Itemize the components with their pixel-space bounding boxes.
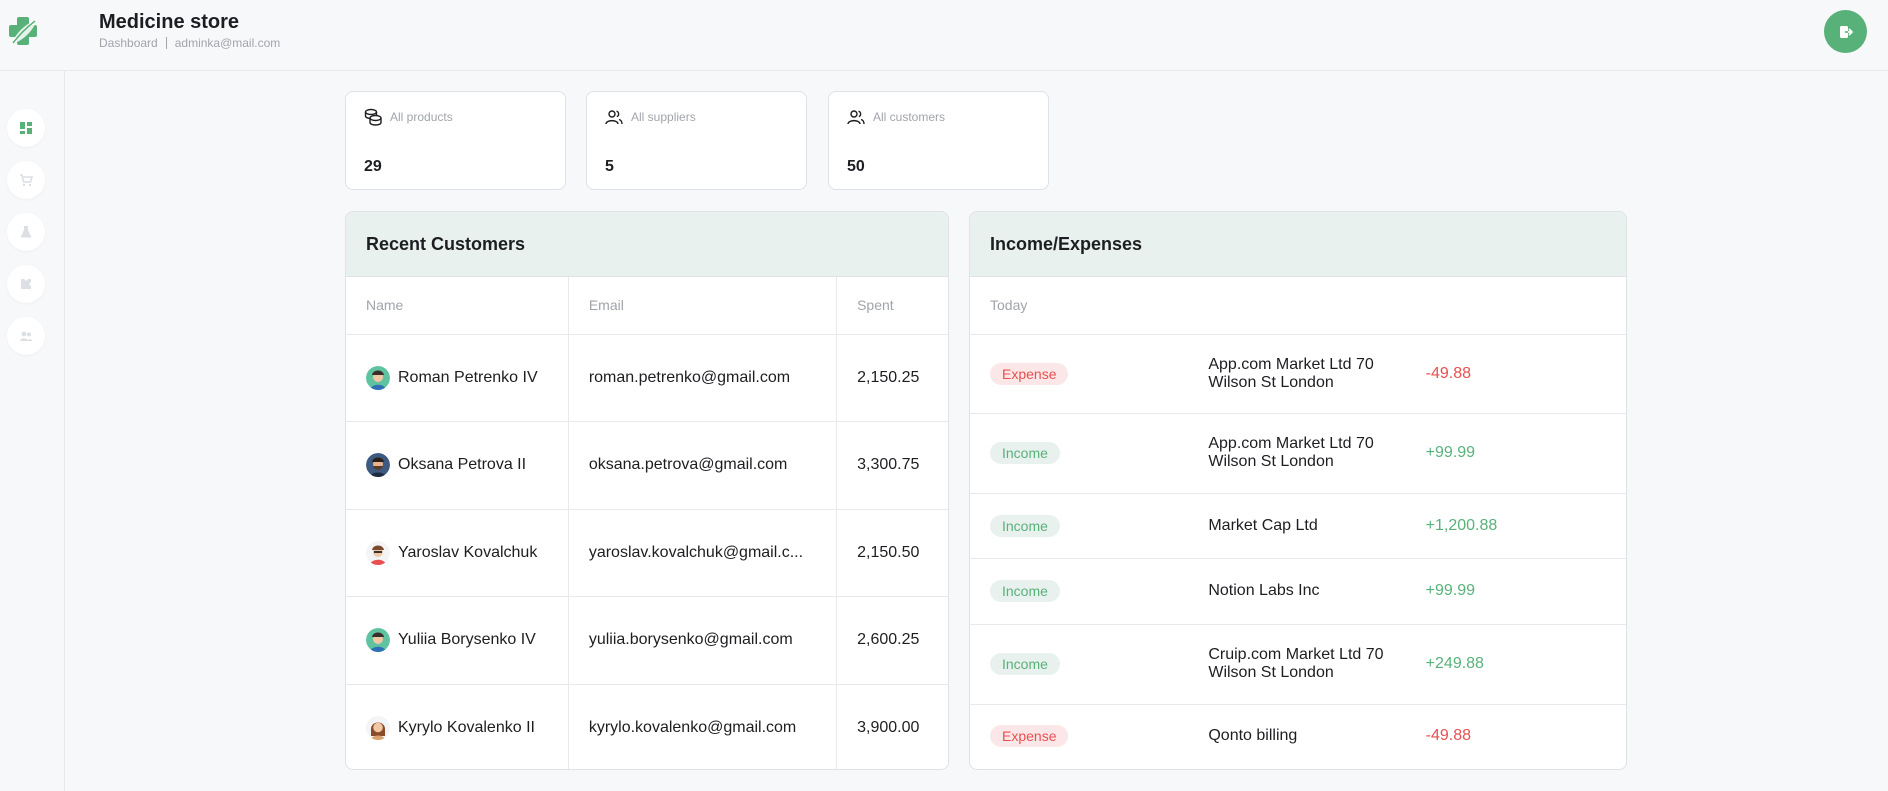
transaction-name: Cruip.com Market Ltd 70 Wilson St London [1188, 624, 1406, 705]
logo-icon [9, 17, 37, 45]
customer-email: yaroslav.kovalchuk@gmail.c... [588, 543, 804, 561]
customer-email: kyrylo.kovalenko@gmail.com [588, 719, 797, 736]
sidebar-item-suppliers[interactable] [7, 265, 45, 303]
type-badge: Expense [990, 725, 1069, 748]
panel-title: Income/Expenses [970, 212, 1626, 277]
avatar [366, 365, 390, 390]
table-row[interactable]: Oksana Petrova II oksana.petrova@gmail.c… [346, 421, 948, 510]
table-row[interactable]: Kyrylo Kovalenko II kyrylo.kovalenko@gma… [346, 684, 948, 769]
table-header-row: Name Email Spent [346, 277, 948, 335]
stat-value: 29 [364, 158, 382, 175]
recent-customers-panel: Recent Customers Name Email Spent Roman … [345, 211, 949, 770]
transaction-name: Qonto billing [1208, 727, 1298, 745]
users-icon [20, 331, 32, 341]
user-email: adminka@mail.com [174, 36, 281, 50]
type-badge: Expense [990, 362, 1069, 385]
table-row[interactable]: Expense App.com Market Ltd 70 Wilson St … [970, 334, 1626, 414]
stat-label: All customers [873, 110, 946, 124]
table-row[interactable]: Income Notion Labs Inc +99.99 [970, 558, 1626, 625]
users-icon [605, 110, 623, 125]
cart-icon [20, 174, 33, 187]
table-row[interactable]: Roman Petrenko IV roman.petrenko@gmail.c… [346, 334, 948, 422]
stat-value: 50 [847, 158, 865, 175]
top-header: Medicine store Dashboard adminka@mail.co… [0, 0, 1888, 71]
customer-name: Yuliia Borysenko IV [398, 631, 536, 649]
customer-spent: 3,300.75 [836, 421, 948, 510]
transaction-amount: +99.99 [1405, 558, 1626, 625]
transaction-amount: +99.99 [1405, 413, 1626, 494]
breadcrumb: Dashboard adminka@mail.com [99, 36, 280, 50]
column-header-name: Name [346, 277, 569, 335]
customer-email: yuliia.borysenko@gmail.com [588, 631, 793, 649]
stat-label: All suppliers [631, 110, 696, 124]
transaction-name: App.com Market Ltd 70 Wilson St London [1188, 413, 1406, 494]
customer-spent: 2,600.25 [836, 596, 948, 685]
transaction-amount: -49.88 [1405, 334, 1626, 414]
table-row[interactable]: Income Cruip.com Market Ltd 70 Wilson St… [970, 624, 1626, 705]
customer-email: oksana.petrova@gmail.com [588, 456, 788, 474]
column-header-email: Email [568, 277, 838, 335]
coins-icon [364, 108, 382, 126]
avatar [366, 540, 390, 565]
flask-icon [20, 226, 32, 238]
sidebar [0, 71, 65, 791]
table-row[interactable]: Income Market Cap Ltd +1,200.88 [970, 493, 1626, 559]
logout-button[interactable] [1824, 10, 1867, 53]
sidebar-item-orders[interactable] [7, 161, 45, 199]
sidebar-item-dashboard[interactable] [7, 109, 45, 147]
puzzle-icon [21, 277, 33, 289]
users-icon [847, 110, 865, 125]
type-badge: Income [990, 514, 1060, 537]
transaction-name: App.com Market Ltd 70 Wilson St London [1188, 334, 1406, 414]
logout-icon [1839, 25, 1853, 38]
panel-title: Recent Customers [346, 212, 948, 277]
table-row[interactable]: Income App.com Market Ltd 70 Wilson St L… [970, 413, 1626, 494]
column-header-today: Today [970, 277, 1626, 335]
type-badge: Income [990, 442, 1060, 464]
customer-name: Yaroslav Kovalchuk [398, 543, 538, 561]
breadcrumb-divider [165, 37, 167, 49]
stat-card-products: All products 29 [345, 91, 566, 190]
breadcrumb-dashboard[interactable]: Dashboard [99, 36, 158, 50]
customer-spent: 2,150.25 [836, 334, 948, 422]
transaction-amount: +249.88 [1405, 624, 1626, 705]
customer-name: Roman Petrenko IV [398, 368, 538, 386]
avatar [366, 628, 390, 653]
avatar [366, 716, 390, 740]
stat-card-customers: All customers 50 [828, 91, 1049, 190]
transactions-table: Today Expense App.com Market Ltd 70 Wils… [970, 277, 1626, 768]
customer-spent: 3,900.00 [857, 719, 920, 736]
app-title: Medicine store [99, 11, 240, 33]
stat-label: All products [390, 110, 453, 124]
table-header-row: Today [970, 277, 1626, 335]
type-badge: Income [990, 580, 1060, 602]
stat-value: 5 [605, 158, 614, 175]
sidebar-item-customers[interactable] [7, 317, 45, 355]
table-row[interactable]: Yaroslav Kovalchuk yaroslav.kovalchuk@gm… [346, 509, 948, 597]
transaction-name: Market Cap Ltd [1188, 493, 1406, 559]
income-expenses-panel: Income/Expenses Today Expense App.com Ma… [969, 211, 1627, 770]
customer-email: roman.petrenko@gmail.com [588, 368, 791, 386]
type-badge: Income [990, 653, 1060, 675]
sidebar-item-products[interactable] [7, 213, 45, 251]
table-row[interactable]: Yuliia Borysenko IV yuliia.borysenko@gma… [346, 596, 948, 685]
dashboard-icon [20, 122, 32, 134]
customer-name: Oksana Petrova II [398, 456, 527, 474]
transaction-name: Notion Labs Inc [1188, 558, 1406, 625]
table-row[interactable]: Expense Qonto billing -49.88 [970, 704, 1626, 768]
customers-table: Name Email Spent Roman Petrenko IV roman… [346, 277, 948, 769]
customer-name: Kyrylo Kovalenko II [398, 719, 535, 736]
transaction-amount: -49.88 [1425, 727, 1472, 745]
avatar [366, 453, 390, 478]
stat-card-suppliers: All suppliers 5 [586, 91, 807, 190]
column-header-spent: Spent [836, 277, 948, 335]
transaction-amount: +1,200.88 [1405, 493, 1626, 559]
customer-spent: 2,150.50 [836, 509, 948, 597]
